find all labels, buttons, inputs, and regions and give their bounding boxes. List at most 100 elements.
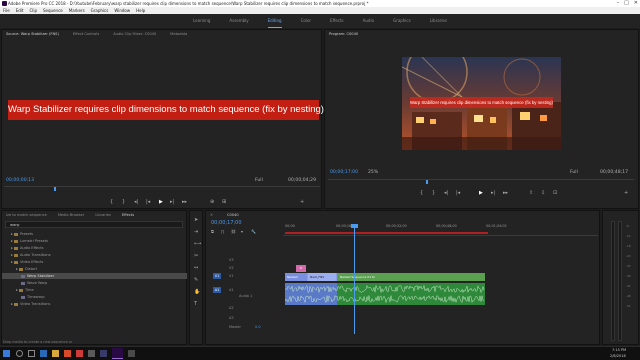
export-frame-icon[interactable]: ⊡ <box>553 190 557 196</box>
mark-in-icon[interactable]: { <box>110 199 113 205</box>
chrome-icon[interactable] <box>64 350 71 357</box>
tab-effect-controls[interactable]: Effect Controls <box>73 30 99 38</box>
program-step-forward-icon[interactable]: ▸| <box>491 190 495 196</box>
add-marker-icon[interactable]: ▾ <box>241 229 243 234</box>
effects-search-input[interactable]: warp <box>5 221 183 228</box>
menu-clip[interactable]: Clip <box>29 7 37 14</box>
tab-source[interactable]: Source: Warp Stabilizer (FNS) <box>6 30 59 38</box>
slip-tool-icon[interactable]: ↔ <box>194 265 198 271</box>
start-button-icon[interactable] <box>3 350 10 357</box>
minimize-button[interactable]: – <box>617 0 620 7</box>
workspace-learning[interactable]: Learning <box>193 14 210 28</box>
file-explorer-icon[interactable] <box>52 350 59 357</box>
workspace-effects[interactable]: Effects <box>330 14 344 28</box>
snap-icon[interactable]: ⋂ <box>221 229 224 234</box>
play-icon[interactable]: ▶ <box>159 199 163 205</box>
effects-tree-item[interactable]: ▸ Time <box>2 287 187 293</box>
source-fit-select[interactable]: Full <box>255 178 263 183</box>
menu-window[interactable]: Window <box>114 7 130 14</box>
workspace-assembly[interactable]: Assembly <box>229 14 248 28</box>
effects-tree-item[interactable]: ▸ Lumetri Presets <box>2 238 187 244</box>
go-to-out-icon[interactable]: ▸▸ <box>182 199 187 205</box>
timeline-timecode[interactable]: 00;00;17;00 <box>211 220 242 226</box>
track-a2-label[interactable]: A2 <box>229 306 234 310</box>
effects-tree-item[interactable]: ▸ Video Transitions <box>2 301 187 307</box>
program-mark-in-icon[interactable]: { <box>420 190 423 196</box>
adjustment-layer-clip[interactable]: fx <box>296 265 306 272</box>
effects-tree-item[interactable]: Wave Warp <box>2 280 187 286</box>
workspace-color[interactable]: Color <box>301 14 311 28</box>
nest-fns-clip[interactable]: Nest_FNS <box>308 273 336 281</box>
close-button[interactable]: ✕ <box>634 0 638 7</box>
menu-file[interactable]: File <box>3 7 10 14</box>
program-mark-out-icon[interactable]: } <box>432 190 435 196</box>
track-v3-label[interactable]: V3 <box>229 258 234 262</box>
media-app-icon[interactable] <box>76 350 83 357</box>
program-time-ruler[interactable] <box>328 179 634 184</box>
timeline-settings-icon[interactable]: 🔧 <box>251 229 256 234</box>
maximize-button[interactable]: □ <box>624 0 629 7</box>
tab-project[interactable]: ize to match sequence <box>6 211 47 219</box>
nest-toggle-icon[interactable]: ⧉ <box>211 229 214 234</box>
track-select-tool-icon[interactable]: ⇥ <box>194 229 198 235</box>
workspace-graphics[interactable]: Graphics <box>393 14 411 28</box>
tab-effects[interactable]: Effects <box>122 211 134 219</box>
app-icon[interactable] <box>100 350 107 357</box>
workspace-libraries[interactable]: Libraries <box>430 14 447 28</box>
nested-sequence-clip[interactable]: Nested Sequence 01 fx <box>337 273 485 281</box>
go-to-in-icon[interactable]: |◂ <box>146 199 150 205</box>
timeline-close-icon[interactable]: ✕ <box>210 211 213 219</box>
search-icon[interactable] <box>16 350 23 357</box>
program-playhead[interactable] <box>426 180 428 184</box>
app-icon[interactable] <box>88 350 95 357</box>
track-v1-label[interactable]: V1 <box>229 274 234 278</box>
add-button-icon[interactable]: + <box>300 199 304 205</box>
timeline-playhead[interactable] <box>354 226 355 334</box>
source-time-ruler[interactable] <box>4 186 320 191</box>
hand-tool-icon[interactable]: ✋ <box>194 289 200 295</box>
effects-tree-item[interactable]: Warp Stabilizer <box>2 273 187 279</box>
tab-libraries[interactable]: Libraries <box>95 211 111 219</box>
linked-selection-icon[interactable]: ⛓ <box>231 229 236 234</box>
effects-tree-item[interactable]: ▸ Presets <box>2 231 187 237</box>
menu-sequence[interactable]: Sequence <box>43 7 63 14</box>
effects-tree-item[interactable]: ▸ Audio Transitions <box>2 252 187 258</box>
step-forward-icon[interactable]: ▸| <box>170 199 174 205</box>
program-fit-select[interactable]: Full <box>570 170 578 175</box>
source-patch-v1[interactable]: V1 <box>213 273 221 279</box>
workspace-editing[interactable]: Editing <box>267 14 282 28</box>
extract-icon[interactable]: ⇩ <box>541 190 545 196</box>
track-a3-label[interactable]: A3 <box>229 316 234 320</box>
nested-clip[interactable]: Nested <box>285 273 307 281</box>
source-patch-a1[interactable]: A1 <box>213 287 221 293</box>
source-playhead[interactable] <box>54 187 56 191</box>
ripple-edit-tool-icon[interactable]: ⟷ <box>194 241 201 247</box>
app-icon[interactable] <box>128 350 135 357</box>
step-back-icon[interactable]: ◂| <box>134 199 138 205</box>
track-a1-label[interactable]: A1 <box>229 288 234 292</box>
effects-tree-item[interactable]: ▸ Video Effects <box>2 259 187 265</box>
master-volume-value[interactable]: 0.0 <box>255 325 261 329</box>
menu-graphics[interactable]: Graphics <box>91 7 109 14</box>
program-timecode[interactable]: 00;00;17;00 <box>330 170 358 175</box>
edge-icon[interactable] <box>40 350 47 357</box>
tab-audio-clip-mixer[interactable]: Audio Clip Mixer: C0040 <box>113 30 156 38</box>
lift-icon[interactable]: ⇧ <box>529 190 533 196</box>
menu-help[interactable]: Help <box>136 7 145 14</box>
tab-sequence[interactable]: C0040 <box>227 211 239 219</box>
program-step-back-icon[interactable]: ◂| <box>444 190 448 196</box>
a1-audio-clip[interactable] <box>284 283 485 305</box>
type-tool-icon[interactable]: T <box>194 301 197 307</box>
workspace-audio[interactable]: Audio <box>363 14 374 28</box>
selection-tool-icon[interactable]: ➤ <box>194 217 198 223</box>
task-view-icon[interactable] <box>28 350 35 357</box>
timeline-playhead-handle[interactable] <box>351 224 358 228</box>
track-v2-label[interactable]: V2 <box>229 266 234 270</box>
effects-tree-item[interactable]: Timewarp <box>2 294 187 300</box>
program-play-icon[interactable]: ▶ <box>479 190 483 196</box>
program-zoom-select[interactable]: 25% <box>368 170 378 175</box>
effects-tree-item[interactable]: ▸ Distort <box>2 266 187 272</box>
effects-tree-item[interactable]: ▸ Audio Effects <box>2 245 187 251</box>
menu-markers[interactable]: Markers <box>69 7 85 14</box>
pen-tool-icon[interactable]: ✎ <box>194 277 198 283</box>
